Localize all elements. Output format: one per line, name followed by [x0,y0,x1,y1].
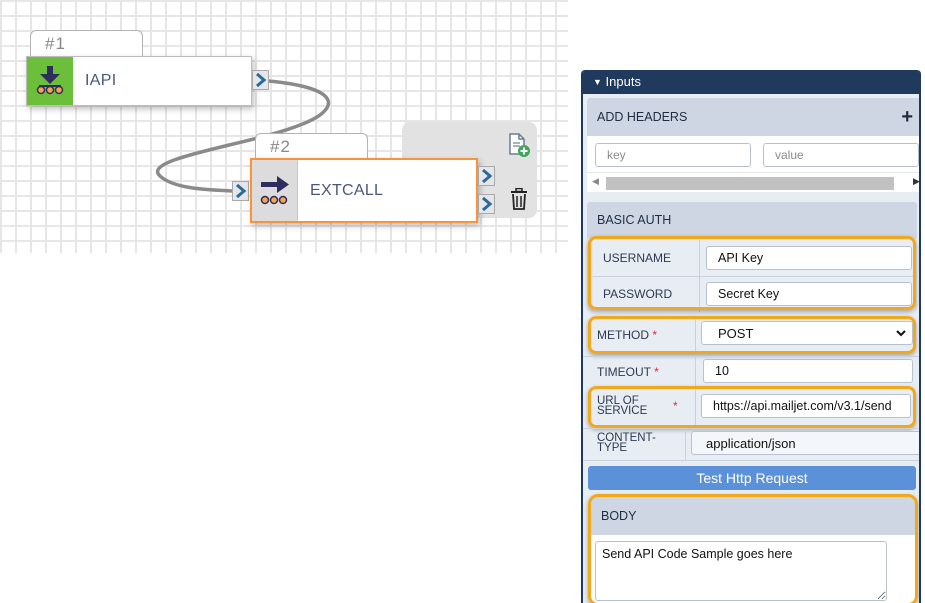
url-row: URL OF SERVICE * https://api.mailjet.com… [583,388,919,426]
caret-down-icon: ▼ [593,77,602,87]
timeout-value: 10 [715,364,729,378]
content-type-value: application/json [706,435,796,451]
inputs-panel: ▼ Inputs ADD HEADERS + ◀ ▶ BASIC AUTH US… [581,70,921,603]
timeout-required-marker: * [654,365,659,379]
add-headers-title: ADD HEADERS [597,110,688,124]
node-1-icon-area [27,57,73,105]
inputs-panel-header[interactable]: ▼ Inputs [583,70,919,94]
body-section: BODY Send API Code Sample goes here [591,497,915,603]
body-header: BODY [591,497,915,535]
node-2-output-port-2[interactable] [478,194,495,214]
username-value: API Key [718,251,764,265]
content-type-bottom-divider [583,460,919,461]
url-label: URL OF SERVICE [597,395,648,417]
timeout-input[interactable]: 10 [703,359,913,383]
flow-canvas[interactable]: #1 IAPI #2 EXTCALL [0,0,568,253]
timeout-row: TIMEOUT * 10 [583,357,919,387]
method-label: METHOD * [597,328,657,342]
url-label-line2: SERVICE [597,405,648,417]
node-iapi[interactable]: IAPI [26,56,252,106]
password-value: Secret Key [718,287,780,301]
url-input[interactable]: https://api.mailjet.com/v3.1/send [701,394,911,418]
delete-node-button[interactable] [510,187,528,214]
add-headers-header: ADD HEADERS + [587,98,919,136]
chevron-right-icon [481,197,492,211]
timeout-divider [695,357,696,387]
chevron-down-icon [896,329,906,336]
add-document-icon [509,133,530,157]
content-type-row: CONTENT- TYPE application/json [583,429,919,461]
url-required-marker: * [673,399,678,413]
body-title: BODY [601,509,637,523]
node-1-number: #1 [45,34,66,53]
node-extcall[interactable]: EXTCALL [250,158,478,223]
content-type-label: CONTENT- TYPE [597,432,656,454]
download-arrow-icon [36,66,64,95]
username-input[interactable]: API Key [706,246,912,270]
trash-icon [511,187,527,210]
header-key-input[interactable] [595,143,751,167]
chevron-right-icon [235,184,246,198]
url-value: https://api.mailjet.com/v3.1/send [713,399,892,413]
method-select[interactable]: POST [701,321,913,345]
auth-row-divider [593,276,915,277]
content-type-select[interactable]: application/json [691,431,919,455]
node-2-input-port[interactable] [232,181,249,201]
timeout-label-text: TIMEOUT [597,365,651,379]
right-arrow-icon [260,175,289,204]
node-2-icon-area [252,160,298,221]
horizontal-scrollbar[interactable]: ◀ ▶ [587,172,919,192]
chevron-right-icon [481,169,492,183]
timeout-label: TIMEOUT * [597,365,659,379]
inputs-panel-title: Inputs [605,74,641,89]
header-value-input[interactable] [763,143,919,167]
test-http-request-button[interactable]: Test Http Request [588,466,916,490]
node-2-number: #2 [270,137,291,156]
basic-auth-header: BASIC AUTH [587,202,917,238]
scroll-left-arrow-icon[interactable]: ◀ [592,177,599,187]
node-2-output-port-1[interactable] [478,166,495,186]
password-input[interactable]: Secret Key [706,282,912,306]
username-label: USERNAME [603,251,672,265]
password-label: PASSWORD [603,287,673,301]
plus-icon[interactable]: + [901,107,913,127]
method-row: METHOD * POST [583,316,919,354]
add-headers-section: ADD HEADERS + ◀ ▶ [587,98,919,192]
node-2-label: EXTCALL [310,181,384,199]
chevron-right-icon [255,73,266,87]
auth-fields: USERNAME API Key PASSWORD Secret Key [593,240,915,312]
node-1-label: IAPI [85,72,117,89]
content-type-divider [685,429,686,461]
node-1-output-port[interactable] [252,70,269,90]
basic-auth-title: BASIC AUTH [597,213,672,227]
method-required-marker: * [652,328,658,342]
url-divider [695,388,696,426]
method-value: POST [718,325,754,341]
scrollbar-thumb[interactable] [606,177,894,190]
add-document-button[interactable] [507,132,531,162]
basic-auth-section: BASIC AUTH USERNAME API Key PASSWORD Sec… [587,202,917,312]
header-row [587,136,919,172]
scroll-right-arrow-icon[interactable]: ▶ [913,177,919,187]
method-label-text: METHOD [597,328,649,342]
body-textarea[interactable]: Send API Code Sample goes here [595,541,887,601]
method-divider [695,316,696,354]
content-type-label-line2: TYPE [597,442,628,454]
